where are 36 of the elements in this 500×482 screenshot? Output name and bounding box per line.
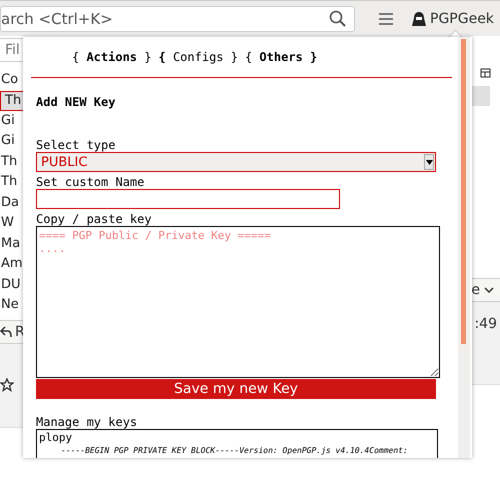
field-label: Select type [36, 138, 116, 152]
section-label: Manage my keys [36, 415, 138, 429]
tab-link[interactable]: { Configs } [158, 50, 238, 70]
key-name[interactable]: plopy [39, 431, 435, 445]
tab-link[interactable]: { Actions } [72, 50, 152, 70]
type-select[interactable]: PUBLIC [36, 152, 436, 172]
key-textarea[interactable]: ==== PGP Public / Private Key ===== .... [36, 226, 440, 378]
field-label: Copy / paste key [36, 212, 153, 226]
name-input[interactable] [36, 189, 340, 209]
save-button[interactable]: Save my new Key [36, 379, 436, 399]
scrollbar-thumb[interactable] [461, 39, 466, 344]
account-button[interactable]: PGPGeek [411, 10, 494, 26]
caret-icon [484, 287, 494, 293]
search-icon [329, 10, 347, 28]
reply-arrow-icon [0, 326, 12, 338]
message-row[interactable]: Gi [0, 131, 23, 152]
message-row[interactable]: W [0, 213, 23, 234]
section-heading: Add NEW Key [36, 95, 116, 109]
field-label: Set custom Name [36, 175, 146, 189]
search-field[interactable]: arch <Ctrl+K> [0, 6, 355, 32]
star-icon[interactable] [0, 378, 14, 392]
message-row[interactable]: Am [0, 254, 23, 274]
menu-icon[interactable] [379, 12, 393, 24]
more-dropdown[interactable]: e [471, 282, 494, 298]
message-row[interactable]: Th [0, 152, 23, 172]
message-row[interactable]: Ne [0, 295, 23, 316]
message-row[interactable]: DU [0, 274, 23, 295]
hooded-figure-icon [411, 10, 427, 26]
message-time: :49 [474, 316, 497, 334]
message-row[interactable]: Ma [0, 234, 23, 254]
column-picker-icon[interactable] [480, 68, 492, 80]
key-preview: -----BEGIN PGP PRIVATE KEY BLOCK-----Version: OpenPGP.js v4.10.4Comment: [60, 445, 409, 457]
tab-link[interactable]: { Others } [244, 50, 318, 70]
message-row[interactable]: Gi [0, 110, 23, 131]
message-row[interactable]: Da [0, 192, 23, 213]
message-row[interactable]: Th [0, 172, 23, 192]
